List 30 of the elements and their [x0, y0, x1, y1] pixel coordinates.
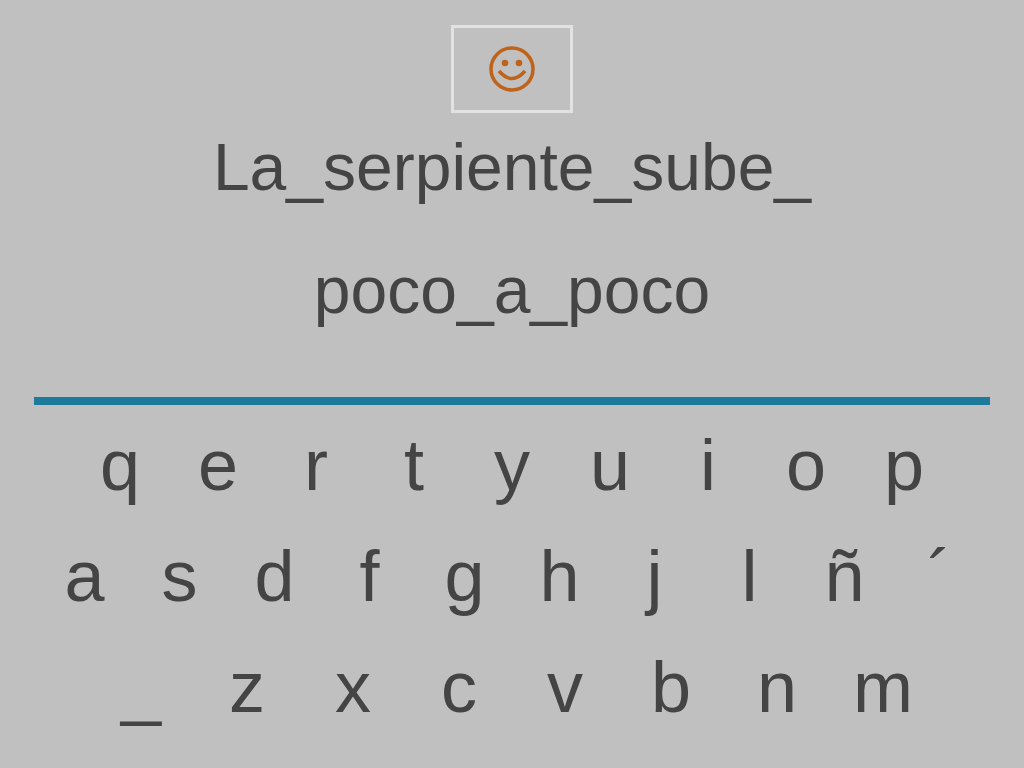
letter-key[interactable]: j — [624, 538, 685, 614]
letter-key[interactable]: t — [384, 427, 444, 503]
letter-key[interactable]: p — [874, 427, 934, 503]
letter-key[interactable]: b — [641, 649, 701, 725]
letter-key[interactable]: x — [323, 649, 383, 725]
letter-key[interactable]: z — [217, 649, 277, 725]
letter-key[interactable]: q — [90, 427, 150, 503]
letter-key[interactable]: m — [853, 649, 913, 725]
letter-key[interactable]: v — [535, 649, 595, 725]
letter-key[interactable]: ñ — [814, 538, 875, 614]
smiley-icon — [487, 44, 537, 94]
letter-key[interactable]: u — [580, 427, 640, 503]
letter-key[interactable]: l — [719, 538, 780, 614]
letter-key[interactable]: r — [286, 427, 346, 503]
phrase-text: poco_a_poco — [313, 252, 711, 328]
letter-key[interactable]: i — [678, 427, 738, 503]
letter-key[interactable]: e — [188, 427, 248, 503]
letter-key[interactable]: o — [776, 427, 836, 503]
letter-key[interactable]: a — [54, 538, 115, 614]
letter-key[interactable]: c — [429, 649, 489, 725]
phrase-text: La_serpiente_sube_ — [212, 129, 812, 205]
letter-key[interactable]: f — [339, 538, 400, 614]
letter-key[interactable]: y — [482, 427, 542, 503]
letter-key[interactable]: d — [244, 538, 305, 614]
letter-key[interactable]: s — [149, 538, 210, 614]
letter-key[interactable]: n — [747, 649, 807, 725]
letter-key[interactable]: g — [434, 538, 495, 614]
letter-key[interactable]: h — [529, 538, 590, 614]
letter-key[interactable]: _ — [111, 649, 171, 725]
letter-key[interactable]: ´ — [909, 538, 970, 614]
